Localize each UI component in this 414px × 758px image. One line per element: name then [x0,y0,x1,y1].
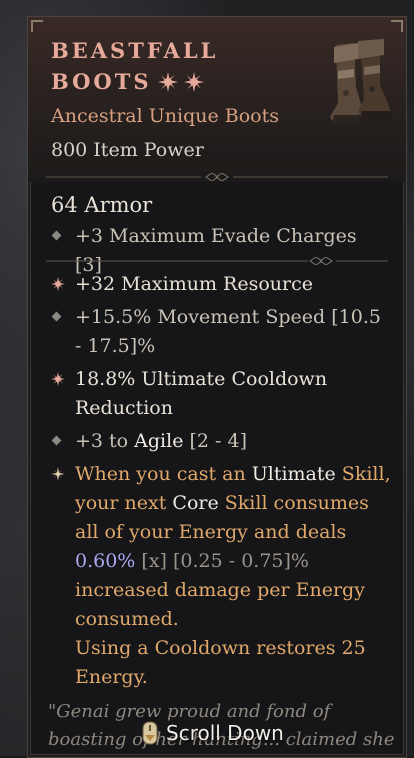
affix-row: +3 to Agile [2 - 4] [51,427,381,456]
greater-affix-icon [51,372,65,386]
armor-value: 64 Armor [51,193,153,217]
mouse-scroll-icon [142,721,158,745]
scroll-down-button[interactable]: Scroll Down [140,718,284,748]
unique-power: When you cast an Ultimate Skill, your ne… [51,460,391,634]
boots-item-icon [330,39,392,125]
item-type: Ancestral Unique Boots [51,105,279,127]
item-name: BEASTFALL BOOTS [51,35,311,97]
corner-ornament [391,20,403,32]
greater-affix-icon [51,277,65,291]
item-tooltip: BEASTFALL BOOTS Ancestral Unique Boots 8… [27,16,407,758]
section-divider [46,173,388,181]
scroll-down-label: Scroll Down [166,721,284,745]
item-power: 800 Item Power [51,139,204,161]
affix-row: 18.8% Ultimate Cooldown Reduction [51,365,381,423]
item-name-line2: BOOTS [51,69,152,94]
affix-row: +15.5% Movement Speed [10.5 - 17.5]% [51,303,381,361]
affix-row: +32 Maximum Resource [51,270,381,299]
greater-affix-mark-icon [183,71,204,92]
item-name-line1: BEASTFALL [51,38,219,63]
corner-ornament [31,20,43,32]
unique-power-secondary: Using a Cooldown restores 25 Energy. [75,637,366,688]
section-divider [46,257,388,265]
unique-star-icon [51,467,65,481]
greater-affix-mark-icon [157,71,178,92]
